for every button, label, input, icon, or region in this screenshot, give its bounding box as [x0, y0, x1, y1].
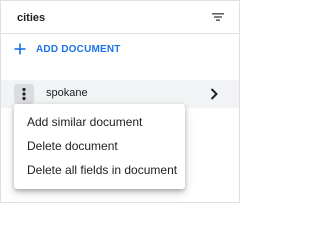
plus-icon — [14, 43, 26, 55]
menu-item-delete-all-fields[interactable]: Delete all fields in document — [14, 158, 185, 182]
collection-title: cities — [17, 12, 46, 24]
more-vert-icon — [22, 87, 26, 101]
document-context-menu: Add similar document Delete document Del… — [14, 104, 185, 189]
menu-item-add-similar-document[interactable]: Add similar document — [14, 110, 185, 134]
chevron-right-icon[interactable] — [209, 87, 219, 101]
document-menu-button[interactable] — [14, 84, 34, 104]
filter-button[interactable] — [211, 10, 225, 24]
document-name: spokane — [46, 87, 88, 99]
add-document-button[interactable]: ADD DOCUMENT — [13, 39, 121, 59]
filter-list-icon — [212, 13, 224, 21]
menu-item-delete-document[interactable]: Delete document — [14, 134, 185, 158]
add-document-label: ADD DOCUMENT — [36, 43, 121, 55]
panel-header: cities — [1, 1, 239, 34]
collection-panel: cities ADD DOCUMENT spokane Add similar … — [0, 0, 240, 203]
